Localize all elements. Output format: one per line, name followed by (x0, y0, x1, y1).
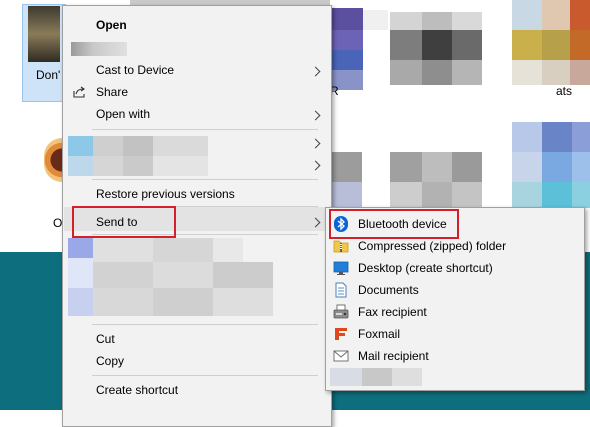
menu-separator (92, 179, 318, 180)
file-label-ats: ats (556, 84, 573, 98)
menu-separator (92, 129, 318, 130)
menu-separator (92, 375, 318, 376)
file-label-dont: Don' (36, 68, 61, 82)
submenu-item-desktop-shortcut[interactable]: Desktop (create shortcut) (358, 261, 493, 275)
menu-item-copy[interactable]: Copy (96, 354, 124, 368)
menu-item-create-shortcut[interactable]: Create shortcut (96, 383, 178, 397)
blurred-menu-item (71, 42, 127, 56)
zip-folder-icon (333, 240, 349, 253)
submenu-item-foxmail[interactable]: Foxmail (358, 327, 400, 341)
submenu-item-compressed-folder[interactable]: Compressed (zipped) folder (358, 239, 506, 253)
mail-icon (333, 350, 349, 362)
menu-item-open[interactable]: Open (96, 18, 127, 32)
blurred-submenu-item (330, 368, 422, 386)
chevron-right-icon (310, 110, 321, 121)
submenu-item-documents[interactable]: Documents (358, 283, 419, 297)
menu-item-open-with[interactable]: Open with (96, 107, 150, 121)
menu-item-cast-to-device[interactable]: Cast to Device (96, 63, 174, 77)
file-thumbnail-left (44, 138, 62, 182)
share-icon (73, 86, 85, 98)
submenu-item-fax-recipient[interactable]: Fax recipient (358, 305, 427, 319)
desktop-icon (333, 261, 349, 275)
chevron-right-icon (310, 160, 321, 171)
menu-separator (92, 324, 318, 325)
highlight-box-send-to (72, 206, 176, 238)
menu-item-share[interactable]: Share (96, 85, 128, 99)
highlight-box-bluetooth (329, 209, 459, 239)
video-thumbnail (28, 6, 60, 62)
menu-item-cut[interactable]: Cut (96, 332, 115, 346)
blurred-menu-items (68, 136, 208, 176)
file-label-o: O (53, 216, 63, 230)
foxmail-icon (335, 328, 347, 340)
chevron-right-icon (310, 138, 321, 149)
blurred-menu-items (68, 238, 273, 318)
documents-icon (335, 282, 347, 298)
submenu-item-mail-recipient[interactable]: Mail recipient (358, 349, 429, 363)
chevron-right-icon (310, 66, 321, 77)
fax-icon (333, 304, 349, 319)
menu-item-restore-previous-versions[interactable]: Restore previous versions (96, 187, 235, 201)
